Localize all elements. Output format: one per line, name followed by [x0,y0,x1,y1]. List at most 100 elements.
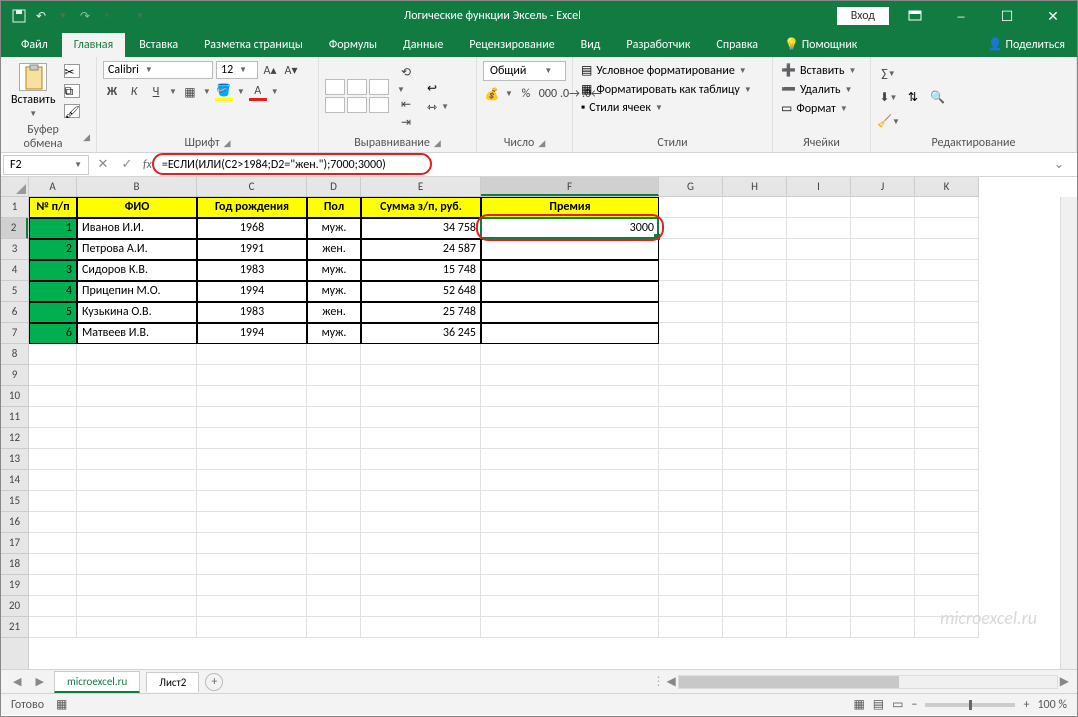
conditional-format-button[interactable]: ▤Условное форматирование▼ [579,61,766,80]
cell[interactable] [307,470,361,491]
cell[interactable] [481,575,659,596]
cell[interactable] [851,449,915,470]
split-icon[interactable]: ⋮ [653,674,665,689]
cell[interactable]: 5 [29,302,77,323]
cell[interactable] [481,470,659,491]
cell[interactable] [659,386,723,407]
cell[interactable]: муж. [307,323,361,344]
cell[interactable] [659,365,723,386]
cell[interactable]: жен. [307,302,361,323]
name-box[interactable]: F2▼ [3,155,89,175]
cell[interactable] [77,575,197,596]
row-header[interactable]: 4 [1,260,28,281]
row-header[interactable]: 2 [1,218,28,239]
cell[interactable] [851,533,915,554]
row-header[interactable]: 20 [1,596,28,617]
cell[interactable]: ФИО [77,197,197,218]
tab-tell-me[interactable]: 💡 Помощник [772,32,869,57]
align-bottom-icon[interactable] [369,79,389,95]
tab-view[interactable]: Вид [569,33,613,57]
cell[interactable] [787,218,851,239]
cell[interactable] [307,512,361,533]
cell[interactable] [197,617,307,638]
redo-icon[interactable]: ↷ [77,8,93,24]
view-layout-icon[interactable]: ▤ [873,697,884,712]
cell[interactable] [659,449,723,470]
cell[interactable] [77,344,197,365]
macro-record-icon[interactable]: ▦ [56,697,67,712]
cell[interactable] [481,281,659,302]
cell[interactable] [659,470,723,491]
cell[interactable] [915,218,979,239]
tab-data[interactable]: Данные [391,33,455,57]
cell[interactable] [915,302,979,323]
cell[interactable] [915,407,979,428]
select-all-corner[interactable] [1,177,29,197]
cell[interactable] [851,617,915,638]
formula-input[interactable]: =ЕСЛИ(ИЛИ(C2>1984;D2="жен.");7000;3000) [156,156,1047,174]
cell[interactable] [307,533,361,554]
cell[interactable] [915,533,979,554]
cut-icon[interactable]: ✂ [64,64,80,78]
cell[interactable] [851,260,915,281]
fill-color-icon[interactable]: 🪣 [215,83,233,101]
paste-button[interactable]: Вставить ▼ [7,61,60,121]
currency-icon[interactable]: 💰 [483,85,501,103]
cell[interactable] [659,491,723,512]
sheet-tab[interactable]: microexcel.ru [54,671,140,693]
zoom-level[interactable]: 100 % [1037,698,1067,712]
minimize-icon[interactable]: ─ [941,1,981,31]
cell[interactable] [851,344,915,365]
cell[interactable] [659,428,723,449]
cell[interactable]: 1991 [197,239,307,260]
cell[interactable] [723,281,787,302]
cell[interactable] [851,470,915,491]
cell[interactable] [481,344,659,365]
cell[interactable] [29,512,77,533]
fill-icon[interactable]: ⬇▼ [877,89,900,107]
row-header[interactable]: 11 [1,407,28,428]
cell[interactable] [723,491,787,512]
cell[interactable] [787,449,851,470]
cell[interactable] [787,470,851,491]
cell[interactable] [787,491,851,512]
cell[interactable] [723,386,787,407]
cell[interactable] [723,617,787,638]
tab-layout[interactable]: Разметка страницы [192,33,315,57]
undo-dropdown-icon[interactable]: ▼ [55,8,71,24]
cell[interactable] [787,512,851,533]
font-size-select[interactable]: 12▼ [216,61,258,79]
zoom-slider[interactable] [925,703,1015,707]
column-header[interactable]: J [851,177,915,196]
expand-formula-icon[interactable]: ⌄ [1047,157,1071,172]
cell[interactable]: 3 [29,260,77,281]
autosum-icon[interactable]: ∑▼ [877,65,900,83]
cell[interactable] [481,596,659,617]
cell[interactable] [723,407,787,428]
cell[interactable] [787,428,851,449]
cell[interactable] [197,512,307,533]
sheet-tab[interactable]: Лист2 [146,672,199,692]
undo-icon[interactable]: ↶ [33,8,49,24]
cell[interactable] [361,365,481,386]
cell[interactable] [787,575,851,596]
cell[interactable]: Пол [307,197,361,218]
login-button[interactable]: Вход [837,7,889,25]
cell[interactable] [787,365,851,386]
cell[interactable]: муж. [307,218,361,239]
cell[interactable] [77,554,197,575]
cell[interactable] [307,449,361,470]
cell[interactable] [197,554,307,575]
cell[interactable] [659,596,723,617]
cell[interactable]: Петрова А.И. [77,239,197,260]
cell[interactable] [915,449,979,470]
cell[interactable] [851,407,915,428]
cell[interactable] [659,281,723,302]
copy-icon[interactable]: ⧉ [64,84,80,98]
row-header[interactable]: 19 [1,575,28,596]
cell[interactable] [481,449,659,470]
cell[interactable] [361,617,481,638]
cell[interactable] [915,470,979,491]
cell[interactable] [307,617,361,638]
cell[interactable] [851,323,915,344]
